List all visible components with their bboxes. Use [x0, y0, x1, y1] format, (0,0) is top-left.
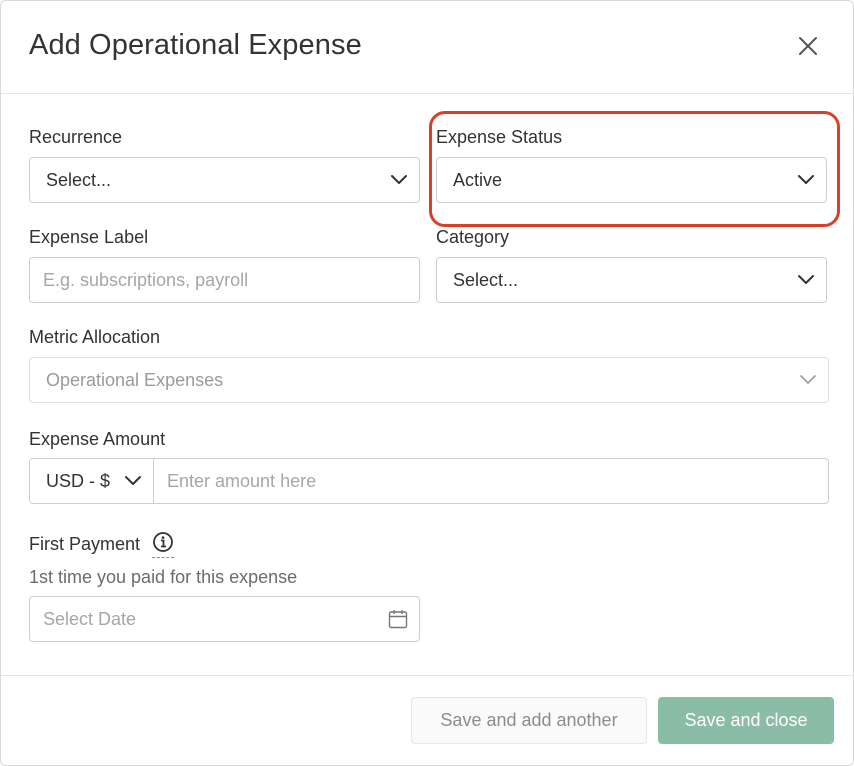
currency-value: USD - $ — [46, 470, 111, 491]
category-select[interactable]: Select... — [436, 257, 827, 303]
metric-allocation-value: Operational Expenses — [46, 369, 224, 390]
expense-amount-label: Expense Amount — [29, 429, 166, 449]
chevron-down-icon — [798, 275, 814, 284]
category-label: Category — [436, 227, 510, 247]
expense-label-input[interactable]: E.g. subscriptions, payroll — [29, 257, 420, 303]
chevron-down-icon — [800, 375, 816, 384]
expense-label-label: Expense Label — [29, 227, 149, 247]
recurrence-value: Select... — [46, 169, 112, 190]
currency-select[interactable]: USD - $ — [29, 458, 154, 504]
recurrence-select[interactable]: Select... — [29, 157, 420, 203]
expense-status-label: Expense Status — [436, 127, 563, 147]
expense-label-placeholder: E.g. subscriptions, payroll — [43, 269, 249, 290]
category-value: Select... — [453, 269, 519, 290]
first-payment-placeholder: Select Date — [43, 608, 137, 629]
save-and-add-another-button[interactable]: Save and add another — [411, 697, 647, 744]
dialog-header: Add Operational Expense — [1, 1, 853, 94]
expense-status-value: Active — [453, 169, 503, 190]
metric-allocation-label: Metric Allocation — [29, 327, 161, 347]
chevron-down-icon — [798, 175, 814, 184]
chevron-down-icon — [391, 175, 407, 184]
first-payment-label: First Payment — [29, 534, 141, 554]
close-icon[interactable] — [795, 33, 821, 59]
dialog-title: Add Operational Expense — [29, 29, 362, 61]
amount-placeholder: Enter amount here — [167, 470, 317, 491]
recurrence-label: Recurrence — [29, 127, 123, 147]
metric-allocation-select[interactable]: Operational Expenses — [29, 357, 829, 403]
expense-status-select[interactable]: Active — [436, 157, 827, 203]
calendar-icon[interactable] — [388, 609, 408, 629]
info-icon[interactable] — [152, 531, 174, 553]
first-payment-help-text: 1st time you paid for this expense — [29, 567, 298, 587]
add-expense-dialog: Add Operational Expense Recurrence Selec… — [0, 0, 854, 766]
info-underline — [152, 557, 174, 558]
amount-input[interactable]: Enter amount here — [153, 458, 829, 504]
save-and-close-button[interactable]: Save and close — [658, 697, 834, 744]
chevron-down-icon — [125, 476, 141, 485]
first-payment-date-input[interactable]: Select Date — [29, 596, 420, 642]
